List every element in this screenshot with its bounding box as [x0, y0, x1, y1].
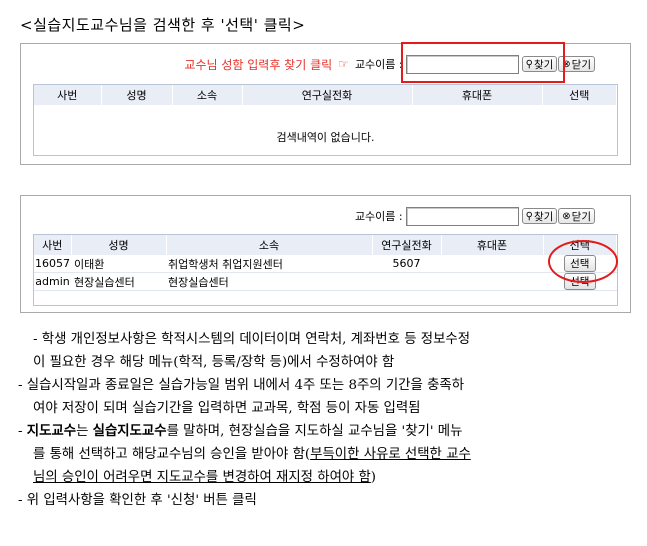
col-header: 성명 — [71, 235, 167, 255]
cell-dept: 현장실습센터 — [166, 272, 372, 291]
note-text: - — [18, 424, 27, 439]
results-table: 사번 성명 소속 연구실전화 휴대폰 선택 — [34, 85, 617, 105]
cell-id: admin — [34, 272, 71, 291]
table-header-row: 사번 성명 소속 연구실전화 휴대폰 선택 — [34, 85, 617, 105]
professor-name-label: 교수이름 : — [354, 210, 403, 223]
cell-mobile — [441, 255, 543, 273]
col-header: 휴대폰 — [412, 85, 543, 105]
highlight-box — [401, 42, 565, 83]
col-header: 선택 — [542, 85, 617, 105]
close-button[interactable]: ⊗ 닫기 — [558, 208, 595, 224]
page-title: <실습지도교수님을 검색한 후 '선택' 클릭> — [20, 16, 306, 34]
note-text: 여야 저장이 되며 실습기간을 입력하면 교과목, 학점 등이 자동 입력됨 — [33, 401, 421, 416]
note-text: - 실습시작일과 종료일은 실습가능일 범위 내에서 4주 또는 8주의 기간을… — [18, 378, 465, 393]
col-header: 사번 — [34, 235, 72, 255]
cell-mobile — [441, 272, 543, 291]
highlight-circle — [548, 240, 618, 283]
note-line: 이 필요한 경우 해당 메뉴(학적, 등록/장학 등)에서 수정하여야 함 — [18, 351, 630, 374]
note-line: - 지도교수는 실습지도교수를 말하며, 현장실습을 지도하실 교수님을 '찾기… — [18, 420, 630, 443]
results-table-wrapper: 사번 성명 소속 연구실전화 휴대폰 선택 검색내역이 없습니다. — [33, 84, 618, 156]
col-header: 소속 — [172, 85, 243, 105]
col-header: 연구실전화 — [242, 85, 413, 105]
table-header-row: 사번 성명 소속 연구실전화 휴대폰 선택 — [34, 235, 617, 255]
note-underlined: 님의 승인이 어려우면 지도교수를 변경하여 재지정 하여야 함 — [33, 470, 371, 485]
search-hint: 교수님 성함 입력후 찾기 클릭 — [184, 57, 333, 72]
professor-name-input[interactable] — [405, 206, 519, 226]
cell-dept: 취업학생처 취업지원센터 — [166, 255, 372, 273]
note-line: 를 통해 선택하고 해당교수님의 승인을 받아야 함(부득이한 사유로 선택한 … — [18, 443, 630, 466]
search-row: 교수이름 : ⚲ 찾기 ⊗ 닫기 — [355, 206, 595, 226]
note-bold: 실습지도교수 — [92, 423, 167, 439]
find-button[interactable]: ⚲ 찾기 — [521, 208, 558, 224]
col-header: 소속 — [166, 235, 373, 255]
find-button-label: 찾기 — [533, 210, 554, 223]
professor-name-label: 교수이름 : — [354, 58, 403, 71]
note-line: - 실습시작일과 종료일은 실습가능일 범위 내에서 4주 또는 8주의 기간을… — [18, 374, 630, 397]
note-bold: 지도교수 — [26, 423, 77, 439]
empty-results-message: 검색내역이 없습니다. — [276, 131, 375, 144]
note-text: 를 말하며, 현장실습을 지도하실 교수님을 '찾기' 메뉴 — [166, 424, 463, 439]
results-table: 사번 성명 소속 연구실전화 휴대폰 선택 16057 이태환 취업학생처 취업… — [34, 235, 617, 291]
note-line: - 위 입력사항을 확인한 후 '신청' 버튼 클릭 — [18, 489, 630, 512]
note-text: - 학생 개인정보사항은 학적시스템의 데이터이며 연락처, 계좌번호 등 정보… — [33, 332, 471, 347]
instruction-notes: - 학생 개인정보사항은 학적시스템의 데이터이며 연락처, 계좌번호 등 정보… — [18, 328, 630, 512]
note-line: - 학생 개인정보사항은 학적시스템의 데이터이며 연락처, 계좌번호 등 정보… — [18, 328, 630, 351]
note-text: - 위 입력사항을 확인한 후 '신청' 버튼 클릭 — [18, 493, 257, 508]
cell-name: 현장실습센터 — [71, 272, 166, 291]
cell-phone: 5607 — [372, 255, 441, 273]
close-circle-icon: ⊗ — [562, 210, 571, 222]
note-line: 여야 저장이 되며 실습기간을 입력하면 교과목, 학점 등이 자동 입력됨 — [18, 397, 630, 420]
note-line: 님의 승인이 어려우면 지도교수를 변경하여 재지정 하여야 함) — [18, 466, 630, 489]
cell-phone — [372, 272, 441, 291]
close-button-label: 닫기 — [571, 210, 591, 223]
professor-search-panel-results: 교수이름 : ⚲ 찾기 ⊗ 닫기 사번 성명 소속 연구실전화 휴대폰 선택 160… — [20, 195, 631, 313]
col-header: 연구실전화 — [372, 235, 442, 255]
col-header: 사번 — [34, 85, 102, 105]
note-text: 는 — [76, 424, 93, 439]
magnifier-icon: ⚲ — [525, 210, 533, 222]
table-row: admin 현장실습센터 현장실습센터 선택 — [34, 272, 617, 291]
table-row: 16057 이태환 취업학생처 취업지원센터 5607 선택 — [34, 255, 617, 273]
close-button-label: 닫기 — [571, 58, 591, 71]
note-text: 이 필요한 경우 해당 메뉴(학적, 등록/장학 등)에서 수정하여야 함 — [33, 355, 395, 370]
pointing-hand-icon: ☞ — [338, 57, 349, 71]
note-text: ) — [370, 470, 377, 485]
note-text: 를 통해 선택하고 해당교수님의 승인을 받아야 함( — [33, 447, 311, 462]
note-underlined: 부득이한 사유로 선택한 교수 — [310, 447, 471, 462]
professor-search-panel-empty: 교수님 성함 입력후 찾기 클릭 ☞ 교수이름 : ⚲ 찾기 ⊗ 닫기 사번 성명 … — [20, 42, 631, 165]
results-table-wrapper: 사번 성명 소속 연구실전화 휴대폰 선택 16057 이태환 취업학생처 취업… — [33, 234, 618, 306]
col-header: 성명 — [101, 85, 173, 105]
cell-name: 이태환 — [71, 255, 166, 273]
cell-id: 16057 — [34, 255, 71, 273]
col-header: 휴대폰 — [441, 235, 544, 255]
